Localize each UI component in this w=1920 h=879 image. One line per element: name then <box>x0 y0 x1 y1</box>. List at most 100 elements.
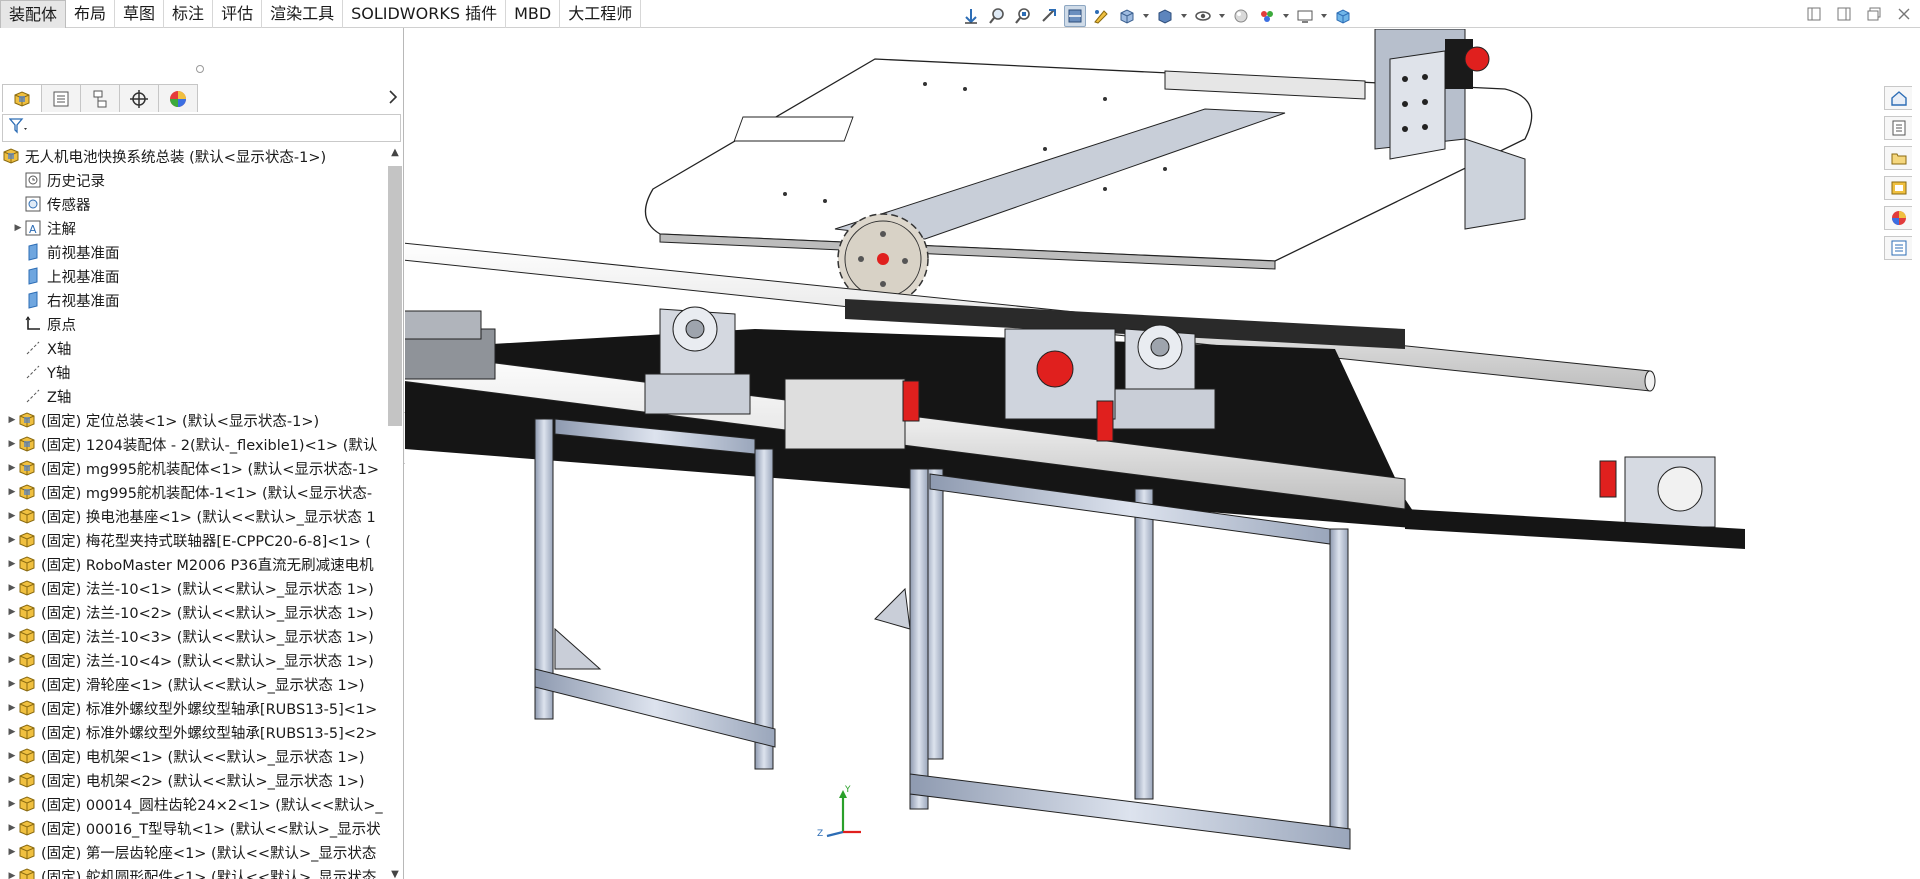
tree-item-component[interactable]: ▶ (固定) 1204装配体 - 2(默认-_flexible1)<1> (默认 <box>0 432 384 456</box>
filter-icon[interactable] <box>8 118 29 138</box>
expand-chevron-icon[interactable]: ▶ <box>6 487 18 497</box>
tree-item-system[interactable]: 上视基准面 <box>0 264 384 288</box>
design-library-icon[interactable] <box>1884 116 1912 140</box>
graphics-area[interactable]: Y Z <box>405 29 1885 879</box>
edit-appearance-icon[interactable] <box>1230 5 1252 27</box>
view-settings-icon[interactable] <box>1294 5 1316 27</box>
tree-item-component[interactable]: ▶ (固定) 法兰-10<1> (默认<<默认>_显示状态 1>) <box>0 576 384 600</box>
expand-chevron-icon[interactable]: ▶ <box>6 871 18 879</box>
expand-chevron-icon[interactable]: ▶ <box>6 631 18 641</box>
dropdown-caret-icon[interactable] <box>1282 5 1290 27</box>
custom-properties-icon[interactable] <box>1884 236 1912 260</box>
section-view-icon[interactable] <box>1064 5 1086 27</box>
panel-grip-icon[interactable] <box>196 65 204 73</box>
tree-item-component[interactable]: ▶ (固定) 换电池基座<1> (默认<<默认>_显示状态 1 <box>0 504 384 528</box>
expand-chevron-icon[interactable]: ▶ <box>6 463 18 473</box>
configuration-manager-tab[interactable] <box>80 84 120 112</box>
tree-item-component[interactable]: ▶ (固定) 滑轮座<1> (默认<<默认>_显示状态 1>) <box>0 672 384 696</box>
expand-chevron-icon[interactable]: ▶ <box>6 559 18 569</box>
chevron-right-icon[interactable] <box>388 90 398 108</box>
tree-item-system[interactable]: 原点 <box>0 312 384 336</box>
tree-item-system[interactable]: 右视基准面 <box>0 288 384 312</box>
expand-chevron-icon[interactable]: ▶ <box>6 415 18 425</box>
view-palette-icon[interactable] <box>1884 176 1912 200</box>
dropdown-caret-icon[interactable] <box>1218 5 1226 27</box>
scroll-thumb[interactable] <box>388 166 402 426</box>
expand-chevron-icon[interactable]: ▶ <box>6 439 18 449</box>
tree-item-system[interactable]: 历史记录 <box>0 168 384 192</box>
scroll-down-icon[interactable]: ▼ <box>386 866 404 879</box>
tree-item-system[interactable]: 传感器 <box>0 192 384 216</box>
expand-chevron-icon[interactable]: ▶ <box>6 703 18 713</box>
dropdown-caret-icon[interactable] <box>1142 5 1150 27</box>
tab-4[interactable]: 评估 <box>213 0 263 28</box>
view-orientation-dropdown-icon[interactable] <box>1116 5 1138 27</box>
tab-7[interactable]: MBD <box>506 0 561 28</box>
hide-show-items-icon[interactable] <box>1192 5 1214 27</box>
tile-icon[interactable] <box>1836 6 1852 22</box>
apply-scene-icon[interactable] <box>1256 5 1278 27</box>
expand-chevron-icon[interactable]: ▶ <box>6 775 18 785</box>
tree-item-component[interactable]: ▶ (固定) 00016_T型导轨<1> (默认<<默认>_显示状 <box>0 816 384 840</box>
home-icon[interactable] <box>1884 86 1912 110</box>
tree-item-component[interactable]: ▶ (固定) 梅花型夹持式联轴器[E-CPPC20-6-8]<1> ( <box>0 528 384 552</box>
tab-6[interactable]: SOLIDWORKS 插件 <box>343 0 507 28</box>
tree-item-component[interactable]: ▶ (固定) 定位总装<1> (默认<显示状态-1>) <box>0 408 384 432</box>
tree-item-system[interactable]: 前视基准面 <box>0 240 384 264</box>
close-icon[interactable] <box>1896 6 1912 22</box>
tab-5[interactable]: 渲染工具 <box>262 0 344 28</box>
tree-item-component[interactable]: ▶ (固定) 电机架<1> (默认<<默认>_显示状态 1>) <box>0 744 384 768</box>
scroll-up-icon[interactable]: ▲ <box>386 144 404 160</box>
tab-2[interactable]: 草图 <box>115 0 165 28</box>
expand-chevron-icon[interactable]: ▶ <box>6 751 18 761</box>
tree-root-assembly[interactable]: 无人机电池快换系统总装 (默认<显示状态-1>) <box>0 144 384 168</box>
expand-chevron-icon[interactable]: ▶ <box>6 823 18 833</box>
tree-item-system[interactable]: Z轴 <box>0 384 384 408</box>
feature-manager-tab[interactable] <box>2 84 42 112</box>
dropdown-caret-icon[interactable] <box>1180 5 1188 27</box>
tab-1[interactable]: 布局 <box>66 0 116 28</box>
zoom-to-fit-icon[interactable] <box>986 5 1008 27</box>
previous-view-icon[interactable] <box>1038 5 1060 27</box>
expand-chevron-icon[interactable]: ▶ <box>6 535 18 545</box>
restore-down-icon[interactable] <box>1806 6 1822 22</box>
view-orientation-icon[interactable] <box>960 5 982 27</box>
expand-chevron-icon[interactable]: ▶ <box>6 607 18 617</box>
tree-item-component[interactable]: ▶ (固定) 法兰-10<4> (默认<<默认>_显示状态 1>) <box>0 648 384 672</box>
maximize-icon[interactable] <box>1866 6 1882 22</box>
appearances-icon[interactable] <box>1884 206 1912 230</box>
tree-item-component[interactable]: ▶ (固定) 标准外螺纹型外螺纹型轴承[RUBS13-5]<1> <box>0 696 384 720</box>
expand-chevron-icon[interactable]: ▶ <box>6 511 18 521</box>
expand-chevron-icon[interactable]: ▶ <box>6 847 18 857</box>
display-style-icon[interactable] <box>1154 5 1176 27</box>
tree-item-component[interactable]: ▶ (固定) 00014_圆柱齿轮24×2<1> (默认<<默认>_ <box>0 792 384 816</box>
tree-item-component[interactable]: ▶ (固定) 法兰-10<3> (默认<<默认>_显示状态 1>) <box>0 624 384 648</box>
property-manager-tab[interactable] <box>41 84 81 112</box>
tree-item-system[interactable]: Y轴 <box>0 360 384 384</box>
dynamic-annotation-icon[interactable] <box>1090 5 1112 27</box>
tree-item-component[interactable]: ▶ (固定) 第一层齿轮座<1> (默认<<默认>_显示状态 <box>0 840 384 864</box>
dimxpert-manager-tab[interactable] <box>119 84 159 112</box>
tree-item-component[interactable]: ▶ (固定) 标准外螺纹型外螺纹型轴承[RUBS13-5]<2> <box>0 720 384 744</box>
tree-item-component[interactable]: ▶ (固定) RoboMaster M2006 P36直流无刷减速电机 <box>0 552 384 576</box>
expand-chevron-icon[interactable]: ▶ <box>6 583 18 593</box>
expand-chevron-icon[interactable]: ▶ <box>6 799 18 809</box>
tree-item-component[interactable]: ▶ (固定) 舵机圆形配件<1> (默认<<默认>_显示状态 <box>0 864 384 879</box>
dropdown-caret-icon[interactable] <box>1320 5 1328 27</box>
file-explorer-icon[interactable] <box>1884 146 1912 170</box>
expand-chevron-icon[interactable]: ▶ <box>6 679 18 689</box>
expand-chevron-icon[interactable]: ▶ <box>6 727 18 737</box>
expand-chevron-icon[interactable]: ▶ <box>12 223 24 233</box>
expand-chevron-icon[interactable]: ▶ <box>6 655 18 665</box>
tab-8[interactable]: 大工程师 <box>560 0 642 28</box>
tree-item-component[interactable]: ▶ (固定) 电机架<2> (默认<<默认>_显示状态 1>) <box>0 768 384 792</box>
zoom-to-area-icon[interactable] <box>1012 5 1034 27</box>
tab-0[interactable]: 装配体 <box>0 0 67 28</box>
tree-vertical-scrollbar[interactable]: ▲ ▼ <box>386 144 404 879</box>
tree-item-component[interactable]: ▶ (固定) mg995舵机装配体-1<1> (默认<显示状态- <box>0 480 384 504</box>
tab-3[interactable]: 标注 <box>164 0 214 28</box>
tree-item-component[interactable]: ▶ (固定) mg995舵机装配体<1> (默认<显示状态-1> <box>0 456 384 480</box>
tree-filter[interactable] <box>2 114 401 142</box>
cube-view-icon[interactable] <box>1332 5 1354 27</box>
tree-item-system[interactable]: X轴 <box>0 336 384 360</box>
